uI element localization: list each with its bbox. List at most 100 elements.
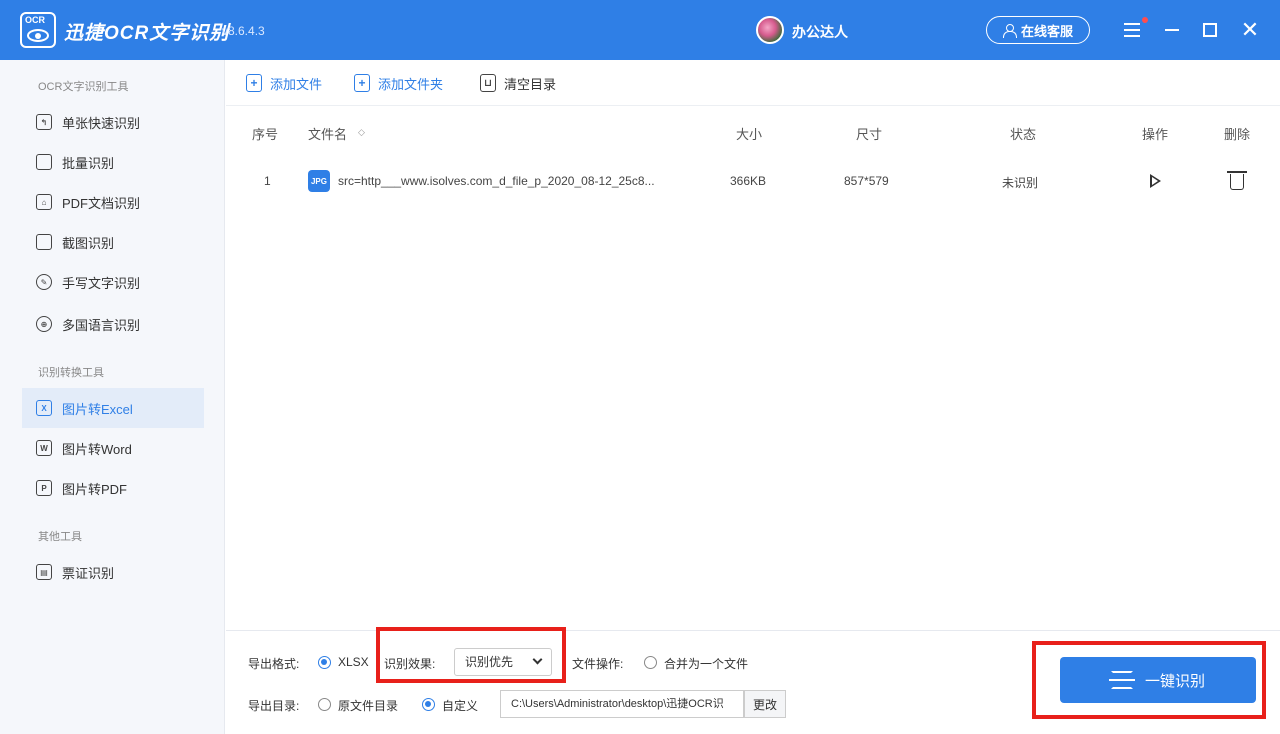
recog-effect-label: 识别效果: (384, 657, 436, 671)
play-icon[interactable] (1150, 174, 1161, 188)
hamburger-menu-icon (1124, 21, 1140, 39)
sidebar-item-image-to-pdf[interactable]: P 图片转PDF (22, 468, 204, 508)
minimize-button[interactable] (1160, 18, 1184, 42)
notification-dot (1142, 17, 1148, 23)
export-format-label: 导出格式: (248, 657, 300, 671)
start-recognition-button[interactable]: 一键识别 (1060, 657, 1256, 703)
sidebar-item-label: 手写文字识别 (62, 275, 141, 291)
sidebar-item-pdf[interactable]: ⌂ PDF文档识别 (22, 182, 204, 222)
title-bar: OCR 迅捷OCR文字识别 v8.6.4.3 办公达人 在线客服 ✕ (0, 0, 1280, 60)
sidebar-item-handwriting[interactable]: ✎ 手写文字识别 (22, 262, 204, 302)
sidebar-section-convert-tools: 识别转换工具 (38, 367, 104, 379)
clear-list-label: 清空目录 (504, 76, 557, 92)
format-xlsx-label[interactable]: XLSX (338, 655, 369, 669)
sidebar-item-image-to-excel[interactable]: X 图片转Excel (22, 388, 204, 428)
sidebar-item-label: PDF文档识别 (62, 195, 141, 211)
user-avatar[interactable] (756, 16, 784, 44)
original-dir-label[interactable]: 原文件目录 (338, 697, 398, 714)
add-file-label: 添加文件 (270, 76, 323, 92)
start-recognition-label: 一键识别 (1144, 672, 1205, 690)
add-folder-icon: + (354, 74, 370, 92)
image-file-icon: JPG (308, 170, 330, 192)
sidebar-item-multilingual[interactable]: ⊕ 多国语言识别 (22, 304, 204, 344)
sidebar-item-label: 批量识别 (62, 155, 115, 171)
sidebar-item-batch[interactable]: 批量识别 (22, 142, 204, 182)
column-delete: 删除 (1224, 127, 1251, 142)
sidebar-item-single-quick[interactable]: ↰ 单张快速识别 (22, 102, 204, 142)
file-table-header: 序号 文件名 ◇ 大小 尺寸 状态 操作 删除 (226, 118, 1280, 146)
table-row[interactable]: 1 JPG src=http___www.isolves.com_d_file_… (226, 164, 1280, 200)
user-name[interactable]: 办公达人 (792, 22, 848, 42)
pen-icon: ✎ (36, 274, 52, 290)
close-button[interactable]: ✕ (1238, 18, 1262, 42)
add-folder-label: 添加文件夹 (378, 76, 444, 92)
add-folder-button[interactable]: + 添加文件夹 (354, 73, 443, 93)
add-file-button[interactable]: + 添加文件 (246, 73, 322, 93)
recog-effect-value: 识别优先 (465, 655, 514, 669)
row-status: 未识别 (1002, 176, 1039, 190)
id-card-icon: ▤ (36, 564, 52, 580)
sort-icon[interactable]: ◇ (358, 127, 365, 138)
online-support-label: 在线客服 (1020, 23, 1073, 39)
sidebar-item-screenshot[interactable]: 截图识别 (22, 222, 204, 262)
change-path-button[interactable]: 更改 (744, 690, 786, 718)
export-dir-label: 导出目录: (248, 699, 300, 713)
merge-file-radio[interactable] (644, 656, 657, 669)
file-op-label: 文件操作: (572, 657, 624, 671)
custom-dir-label[interactable]: 自定义 (442, 697, 478, 714)
close-icon: ✕ (1240, 17, 1260, 42)
delete-row-icon[interactable] (1227, 171, 1247, 190)
eye-icon (27, 29, 49, 42)
globe-icon: ⊕ (36, 316, 52, 332)
pdf-icon: P (36, 480, 52, 496)
custom-dir-radio[interactable] (422, 698, 435, 711)
logo-text: OCR (25, 15, 45, 25)
excel-icon: X (36, 400, 52, 416)
sidebar-section-ocr-tools: OCR文字识别工具 (38, 81, 129, 93)
minimize-icon (1165, 29, 1179, 31)
column-dimensions: 尺寸 (856, 127, 883, 142)
sidebar-item-label: 图片转Excel (62, 401, 133, 417)
app-version: v8.6.4.3 (222, 24, 265, 38)
sidebar-item-label: 截图识别 (62, 235, 115, 251)
export-path-input[interactable]: C:\Users\Administrator\desktop\迅捷OCR识 (500, 690, 744, 718)
sidebar-item-certificate[interactable]: ▤ 票证识别 (22, 552, 204, 592)
quick-scan-icon: ↰ (36, 114, 52, 130)
sidebar-item-label: 单张快速识别 (62, 115, 141, 131)
original-dir-radio[interactable] (318, 698, 331, 711)
row-index: 1 (264, 174, 271, 188)
batch-copy-icon (36, 154, 52, 170)
recog-effect-select[interactable]: 识别优先 (454, 648, 552, 676)
clear-list-button[interactable]: ⊔ 清空目录 (480, 73, 556, 93)
sidebar: OCR文字识别工具 ↰ 单张快速识别 批量识别 ⌂ PDF文档识别 截图识别 ✎… (0, 60, 225, 734)
row-dimensions: 857*579 (844, 174, 889, 188)
sidebar-item-label: 图片转PDF (62, 481, 128, 497)
file-toolbar: + 添加文件 + 添加文件夹 ⊔ 清空目录 (226, 60, 1280, 106)
maximize-icon (1203, 23, 1217, 37)
pdf-document-icon: ⌂ (36, 194, 52, 210)
crop-icon (36, 234, 52, 250)
menu-button[interactable] (1120, 18, 1144, 42)
bottom-settings-bar: 导出格式: XLSX 识别效果: 识别优先 文件操作: 合并为一个文件 导出目录… (226, 627, 1280, 734)
app-name: 迅捷OCR文字识别 (64, 23, 230, 44)
app-logo-icon: OCR (20, 12, 56, 48)
maximize-button[interactable] (1198, 18, 1222, 42)
column-status: 状态 (1010, 127, 1037, 142)
row-filename: src=http___www.isolves.com_d_file_p_2020… (338, 174, 655, 188)
sidebar-item-image-to-word[interactable]: W 图片转Word (22, 428, 204, 468)
column-index: 序号 (252, 127, 279, 142)
add-file-icon: + (246, 74, 262, 92)
chevron-down-icon (532, 654, 543, 665)
sidebar-item-label: 票证识别 (62, 565, 115, 581)
sidebar-item-label: 图片转Word (62, 441, 132, 457)
online-support-button[interactable]: 在线客服 (986, 16, 1090, 44)
sidebar-item-label: 多国语言识别 (62, 317, 141, 333)
column-size: 大小 (736, 127, 763, 142)
format-xlsx-radio[interactable] (318, 656, 331, 669)
merge-file-label[interactable]: 合并为一个文件 (664, 655, 748, 672)
word-icon: W (36, 440, 52, 456)
row-size: 366KB (730, 174, 767, 188)
column-filename[interactable]: 文件名 (308, 124, 347, 143)
scan-icon (1108, 671, 1135, 689)
support-person-icon (1002, 23, 1017, 38)
